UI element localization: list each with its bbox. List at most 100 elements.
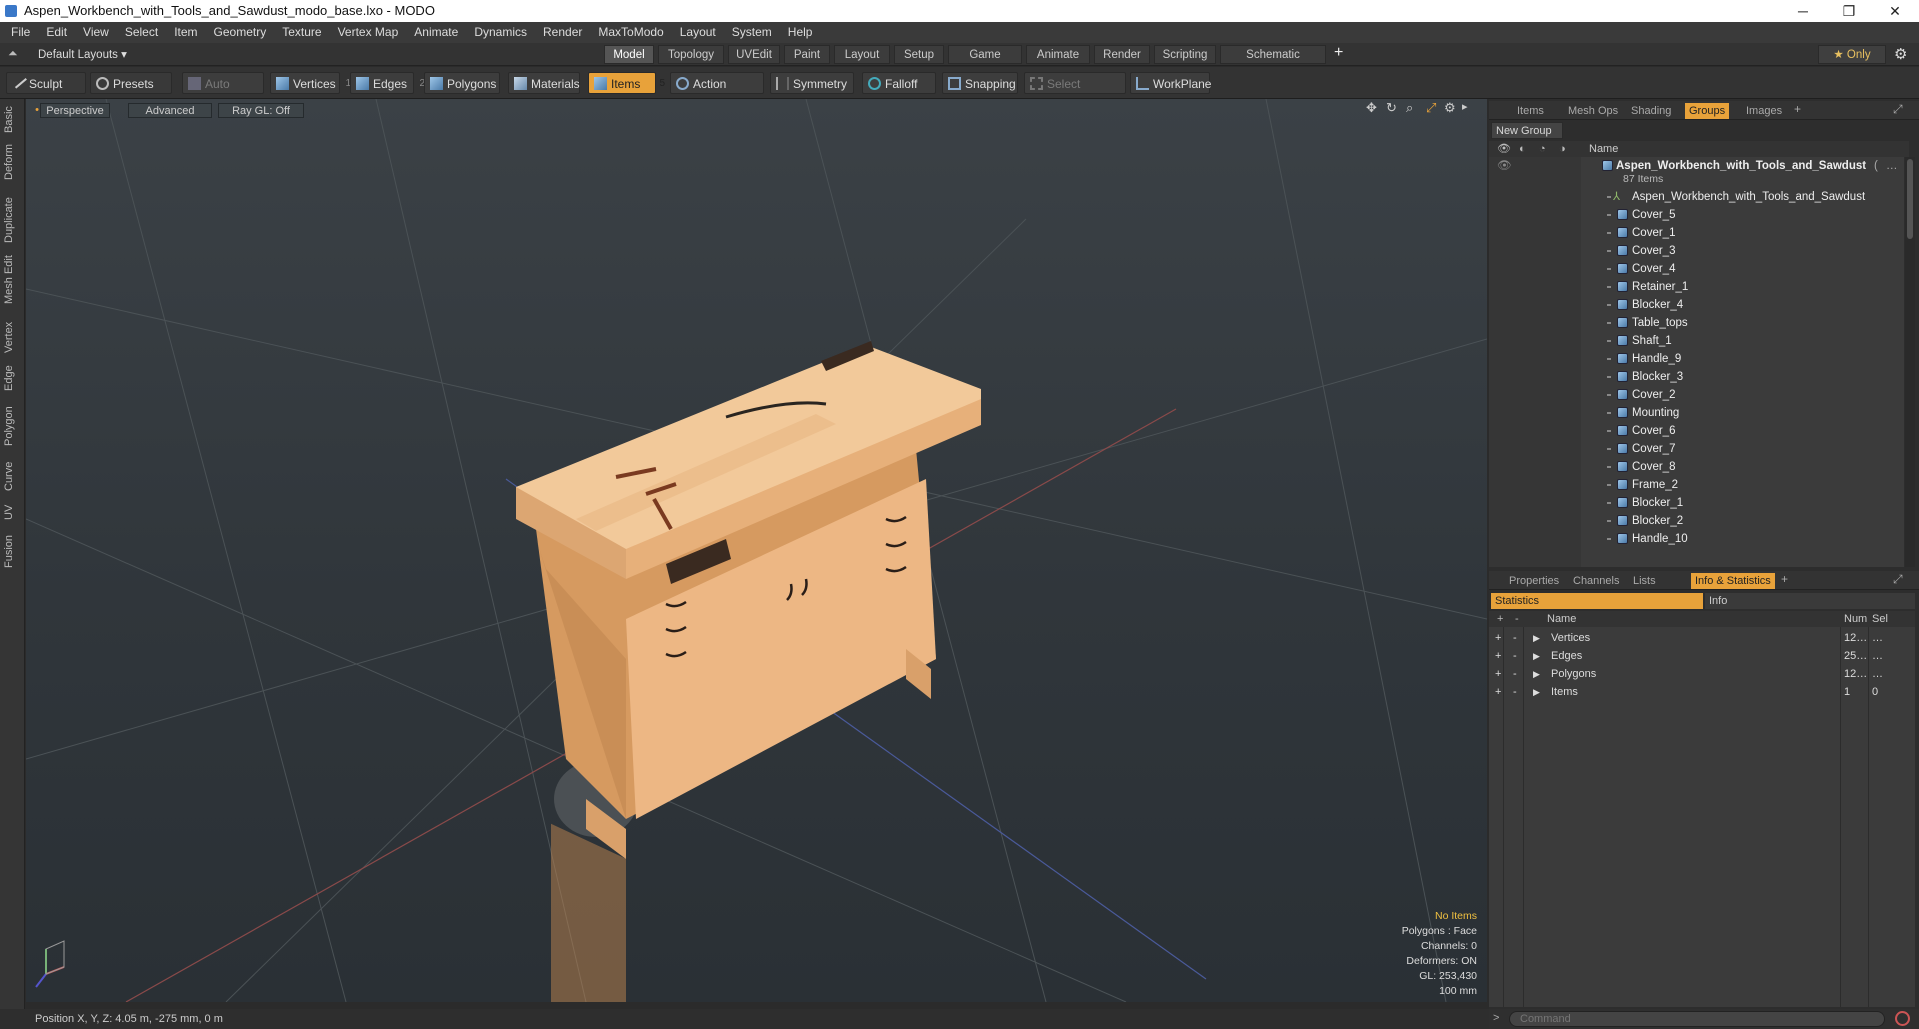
add-tab-icon[interactable]: + bbox=[1794, 102, 1801, 116]
locator-row[interactable]: ⅄ Aspen_Workbench_with_Tools_and_Sawdust bbox=[1489, 188, 1889, 206]
menu-item[interactable]: Item bbox=[166, 22, 205, 43]
list-item[interactable]: Frame_2 bbox=[1489, 476, 1889, 494]
menu-geometry[interactable]: Geometry bbox=[206, 22, 275, 43]
statistics-subtab[interactable]: Statistics bbox=[1491, 593, 1703, 609]
presets-button[interactable]: Presets F6 bbox=[90, 72, 172, 113]
collapse-icon[interactable]: ⏶ bbox=[8, 46, 18, 61]
tab-scripting[interactable]: Scripting bbox=[1154, 45, 1216, 64]
falloff-button[interactable]: Falloff bbox=[862, 72, 936, 94]
table-row[interactable]: + - ▶ Items 1 0 bbox=[1489, 683, 1909, 701]
tab-items[interactable]: Items bbox=[1513, 103, 1548, 119]
expand-panel-icon[interactable]: ⤢ bbox=[1893, 572, 1903, 587]
move-view-icon[interactable]: ✥ bbox=[1366, 100, 1377, 116]
tab-channels[interactable]: Channels bbox=[1569, 573, 1623, 589]
polygons-button[interactable]: Polygons bbox=[424, 72, 500, 94]
list-item[interactable]: Cover_1 bbox=[1489, 224, 1889, 242]
list-item[interactable]: Blocker_3 bbox=[1489, 368, 1889, 386]
perspective-button[interactable]: Perspective bbox=[40, 103, 110, 118]
vtab-mesh-edit[interactable]: Mesh Edit bbox=[3, 255, 22, 305]
tab-mesh-ops[interactable]: Mesh Ops bbox=[1564, 103, 1622, 119]
list-item[interactable]: Cover_4 bbox=[1489, 260, 1889, 278]
expand-panel-icon[interactable]: ⤢ bbox=[1893, 102, 1903, 117]
menu-select[interactable]: Select bbox=[117, 22, 166, 43]
vtab-fusion[interactable]: Fusion bbox=[3, 533, 22, 569]
gear-icon[interactable]: ⚙ bbox=[1894, 45, 1907, 63]
menu-maxtomodo[interactable]: MaxToModo bbox=[590, 22, 671, 43]
tab-images[interactable]: Images bbox=[1742, 103, 1786, 119]
tab-topology[interactable]: Topology bbox=[658, 45, 724, 64]
tab-layout[interactable]: Layout bbox=[834, 45, 890, 64]
command-input[interactable] bbox=[1509, 1011, 1885, 1027]
menu-render[interactable]: Render bbox=[535, 22, 590, 43]
auto-select-button[interactable]: Auto Select bbox=[182, 72, 264, 113]
list-item[interactable]: Blocker_2 bbox=[1489, 512, 1889, 530]
vertices-button[interactable]: Vertices 1 bbox=[270, 72, 351, 94]
tab-model[interactable]: Model bbox=[604, 45, 654, 64]
materials-button[interactable]: Materials bbox=[508, 72, 580, 94]
snapping-button[interactable]: Snapping bbox=[942, 72, 1018, 94]
viewport-settings-icon[interactable]: ⚙ bbox=[1444, 100, 1456, 116]
menu-system[interactable]: System bbox=[724, 22, 780, 43]
tab-paint[interactable]: Paint bbox=[784, 45, 830, 64]
only-toggle[interactable]: ★ Only bbox=[1818, 45, 1886, 64]
raygl-button[interactable]: Ray GL: Off bbox=[218, 103, 304, 118]
list-item[interactable]: Cover_6 bbox=[1489, 422, 1889, 440]
layout-selector[interactable]: Default Layouts ▾ bbox=[38, 47, 127, 61]
zoom-view-icon[interactable]: ⌕ bbox=[1406, 100, 1413, 116]
close-button[interactable]: ✕ bbox=[1872, 0, 1918, 22]
tab-uvedit[interactable]: UVEdit bbox=[728, 45, 780, 64]
menu-edit[interactable]: Edit bbox=[38, 22, 75, 43]
groups-tree[interactable]: 👁 Aspen_Workbench_with_Tools_and_Sawdust… bbox=[1489, 157, 1904, 567]
list-item[interactable]: Handle_9 bbox=[1489, 350, 1889, 368]
vtab-deform[interactable]: Deform bbox=[3, 143, 22, 181]
tab-schematic-fusion[interactable]: Schematic Fusion bbox=[1220, 45, 1326, 80]
vtab-vertex[interactable]: Vertex bbox=[3, 319, 22, 355]
add-tab-icon[interactable]: + bbox=[1334, 44, 1343, 62]
minimize-button[interactable]: ─ bbox=[1780, 0, 1826, 22]
record-icon[interactable] bbox=[1895, 1011, 1910, 1026]
list-item[interactable]: Cover_2 bbox=[1489, 386, 1889, 404]
tab-info-statistics[interactable]: Info & Statistics bbox=[1691, 573, 1775, 589]
table-row[interactable]: + - ▶ Vertices 12…… bbox=[1489, 629, 1909, 647]
symmetry-button[interactable]: Symmetry bbox=[770, 72, 854, 94]
list-item[interactable]: Cover_5 bbox=[1489, 206, 1889, 224]
vtab-edge[interactable]: Edge bbox=[3, 363, 22, 393]
list-item[interactable]: Handle_10 bbox=[1489, 530, 1889, 548]
menu-help[interactable]: Help bbox=[780, 22, 821, 43]
tab-properties[interactable]: Properties bbox=[1505, 573, 1563, 589]
vtab-duplicate[interactable]: Duplicate bbox=[3, 195, 22, 245]
menu-layout[interactable]: Layout bbox=[672, 22, 724, 43]
advanced-button[interactable]: Advanced bbox=[128, 103, 212, 118]
list-item[interactable]: Retainer_1 bbox=[1489, 278, 1889, 296]
tab-shading[interactable]: Shading bbox=[1627, 103, 1675, 119]
menu-texture[interactable]: Texture bbox=[274, 22, 329, 43]
tab-lists[interactable]: Lists bbox=[1629, 573, 1660, 589]
select-through-button[interactable]: Select Through bbox=[1024, 72, 1126, 113]
rotate-view-icon[interactable]: ↻ bbox=[1386, 100, 1397, 116]
list-item[interactable]: Blocker_4 bbox=[1489, 296, 1889, 314]
add-tab-icon[interactable]: + bbox=[1781, 572, 1788, 586]
fit-view-icon[interactable]: ⤢ bbox=[1426, 100, 1436, 116]
viewport-canvas[interactable] bbox=[26, 99, 1487, 1002]
list-item[interactable]: Cover_8 bbox=[1489, 458, 1889, 476]
menu-animate[interactable]: Animate bbox=[406, 22, 466, 43]
items-button[interactable]: Items 5 bbox=[588, 72, 665, 94]
list-item[interactable]: Shaft_1 bbox=[1489, 332, 1889, 350]
tab-groups[interactable]: Groups bbox=[1685, 103, 1730, 119]
list-item[interactable]: Mounting bbox=[1489, 404, 1889, 422]
table-row[interactable]: + - ▶ Polygons 12…… bbox=[1489, 665, 1909, 683]
list-item[interactable]: Cover_7 bbox=[1489, 440, 1889, 458]
table-row[interactable]: + - ▶ Edges 25…… bbox=[1489, 647, 1909, 665]
menu-view[interactable]: View bbox=[75, 22, 117, 43]
vtab-curve[interactable]: Curve bbox=[3, 459, 22, 493]
viewport-more-icon[interactable]: ▸ bbox=[1462, 100, 1468, 113]
vtab-basic[interactable]: Basic bbox=[3, 105, 22, 135]
workbench-model[interactable] bbox=[516, 341, 981, 1002]
vtab-polygon[interactable]: Polygon bbox=[3, 403, 22, 449]
tab-render[interactable]: Render bbox=[1094, 45, 1150, 64]
menu-vertex-map[interactable]: Vertex Map bbox=[330, 22, 407, 43]
list-item[interactable]: Table_tops bbox=[1489, 314, 1889, 332]
edges-button[interactable]: Edges 2 bbox=[350, 72, 425, 94]
action-center-button[interactable]: Action Center bbox=[670, 72, 764, 113]
list-item[interactable]: Blocker_1 bbox=[1489, 494, 1889, 512]
